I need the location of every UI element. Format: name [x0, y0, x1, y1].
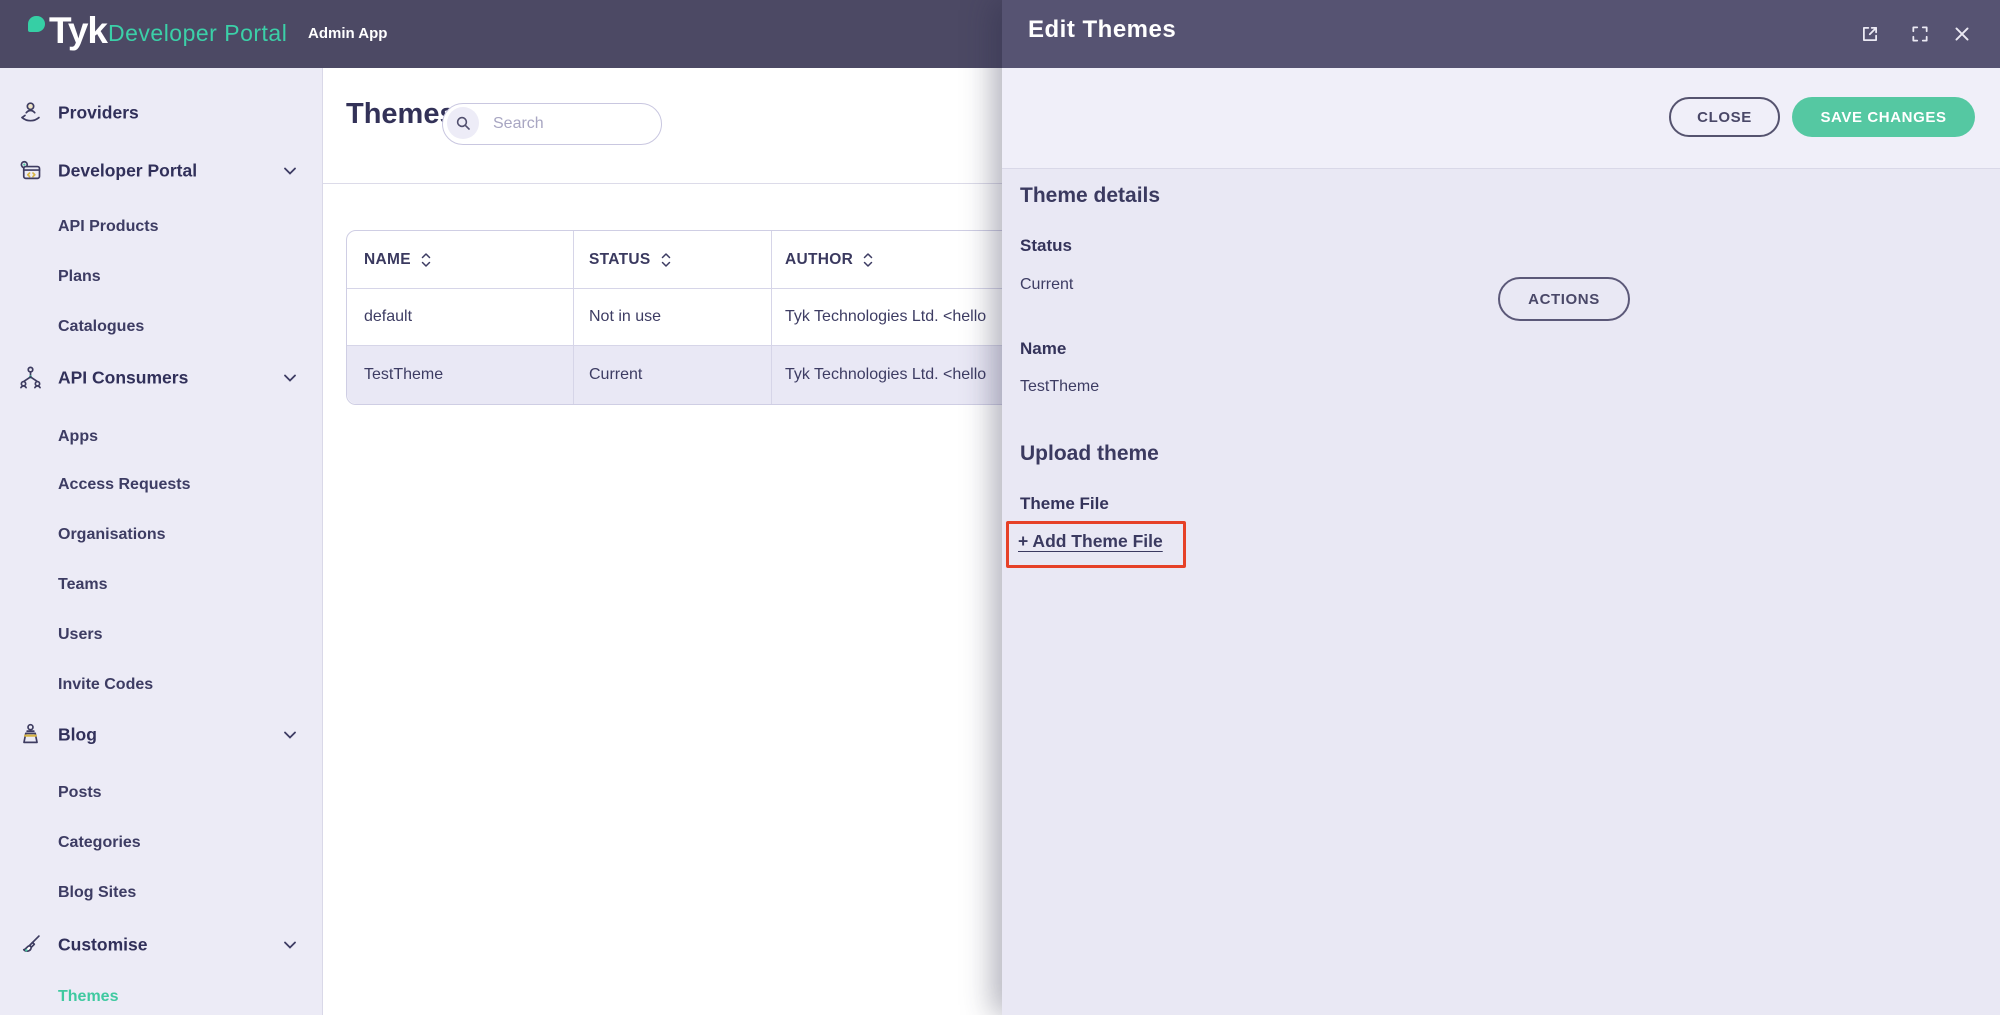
sidebar-item-developer-portal[interactable]: Developer Portal: [0, 154, 322, 188]
drawer-title: Edit Themes: [1028, 16, 1177, 43]
sidebar-item-invite-codes[interactable]: Invite Codes: [0, 668, 322, 702]
sidebar-item-label: Teams: [58, 576, 108, 593]
theme-file-label: Theme File: [1020, 494, 1109, 513]
close-button[interactable]: CLOSE: [1669, 97, 1780, 137]
sidebar-item-api-products[interactable]: API Products: [0, 210, 322, 244]
sidebar-item-label: Apps: [58, 428, 98, 445]
chevron-down-icon[interactable]: [284, 941, 296, 949]
developer-portal-icon: [17, 157, 44, 184]
edit-themes-drawer: Edit Themes CLOSE SAVE CHANGES Theme det…: [1002, 0, 2000, 1015]
sidebar-item-themes[interactable]: Themes: [0, 980, 322, 1014]
sidebar-item-plans[interactable]: Plans: [0, 260, 322, 294]
sidebar-item-label: Access Requests: [58, 476, 191, 493]
upload-theme-heading: Upload theme: [1020, 442, 1159, 465]
sidebar-item-providers[interactable]: Providers: [0, 96, 322, 130]
sidebar-item-label: Invite Codes: [58, 676, 154, 693]
fullscreen-icon[interactable]: [1910, 24, 1930, 44]
logo-text: Tyk: [49, 10, 108, 51]
sidebar-item-label: Blog: [58, 724, 97, 745]
column-header-status[interactable]: STATUS: [574, 231, 772, 289]
sidebar-item-label: API Consumers: [58, 367, 189, 388]
sidebar-item-catalogues[interactable]: Catalogues: [0, 310, 322, 344]
sidebar-item-label: Plans: [58, 268, 101, 285]
sidebar-item-label: Customise: [58, 934, 148, 955]
page-title: Themes: [346, 98, 456, 130]
sidebar-item-label: Catalogues: [58, 318, 145, 335]
sidebar-item-label: API Products: [58, 218, 159, 235]
status-label: Status: [1020, 236, 1072, 255]
sidebar-item-label: Posts: [58, 784, 102, 801]
cell-status: Current: [574, 346, 772, 404]
sidebar-item-access-requests[interactable]: Access Requests: [0, 468, 322, 502]
column-header-name[interactable]: NAME: [347, 231, 574, 289]
sidebar-item-users[interactable]: Users: [0, 618, 322, 652]
drawer-button-bar: CLOSE SAVE CHANGES: [1002, 68, 2000, 169]
sidebar-item-organisations[interactable]: Organisations: [0, 518, 322, 552]
name-label: Name: [1020, 339, 1067, 358]
cell-name: TestTheme: [347, 346, 574, 404]
sort-icon[interactable]: [420, 252, 432, 268]
chevron-down-icon[interactable]: [284, 374, 296, 382]
sidebar-item-blog-sites[interactable]: Blog Sites: [0, 876, 322, 910]
column-label: AUTHOR: [785, 250, 854, 268]
sidebar-item-label: Users: [58, 626, 103, 643]
sidebar-item-api-consumers[interactable]: API Consumers: [0, 361, 322, 395]
close-icon[interactable]: [1952, 24, 1972, 44]
chevron-down-icon[interactable]: [284, 167, 296, 175]
brand-title: Developer Portal: [108, 20, 288, 46]
sidebar-item-label: Categories: [58, 834, 141, 851]
column-label: NAME: [364, 250, 411, 268]
sidebar-item-customise[interactable]: Customise: [0, 928, 322, 962]
app-name: Admin App: [308, 25, 388, 42]
column-label: STATUS: [589, 250, 651, 268]
external-link-icon[interactable]: [1860, 24, 1880, 44]
sidebar-item-teams[interactable]: Teams: [0, 568, 322, 602]
sidebar-item-label: Organisations: [58, 526, 166, 543]
search-box[interactable]: [442, 103, 662, 145]
sidebar-item-label: Providers: [58, 102, 139, 123]
chevron-down-icon[interactable]: [284, 731, 296, 739]
save-changes-button[interactable]: SAVE CHANGES: [1792, 97, 1975, 137]
sidebar: Providers Developer Portal API Products …: [0, 68, 323, 1015]
cell-status: Not in use: [574, 289, 772, 346]
cell-name: default: [347, 289, 574, 346]
sort-icon[interactable]: [862, 252, 874, 268]
status-value: Current: [1020, 276, 1074, 293]
sidebar-item-label: Blog Sites: [58, 884, 137, 901]
add-theme-file-link[interactable]: + Add Theme File: [1018, 531, 1163, 552]
actions-button[interactable]: ACTIONS: [1498, 277, 1630, 321]
drawer-header: Edit Themes: [1002, 0, 2000, 68]
tyk-logo[interactable]: Tyk: [28, 10, 108, 60]
sidebar-item-posts[interactable]: Posts: [0, 776, 322, 810]
blog-icon: [17, 721, 44, 748]
name-value: TestTheme: [1020, 378, 1100, 395]
api-consumers-icon: [17, 364, 44, 391]
sidebar-item-label: Developer Portal: [58, 160, 198, 181]
sidebar-item-label: Themes: [58, 988, 119, 1005]
customise-icon: [17, 931, 44, 958]
sidebar-item-blog[interactable]: Blog: [0, 718, 322, 752]
theme-details-heading: Theme details: [1020, 184, 1161, 207]
search-icon: [447, 107, 479, 139]
tyk-leaf-icon: [28, 16, 45, 32]
sort-icon[interactable]: [660, 252, 672, 268]
sidebar-item-apps[interactable]: Apps: [0, 420, 322, 454]
search-input[interactable]: [491, 104, 650, 144]
sidebar-item-categories[interactable]: Categories: [0, 826, 322, 860]
providers-icon: [17, 99, 44, 126]
